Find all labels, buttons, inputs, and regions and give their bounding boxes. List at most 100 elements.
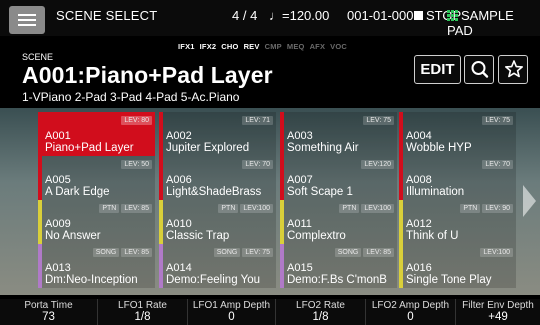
tile-name: Piano+Pad Layer (45, 142, 134, 154)
scene-tile-a012[interactable]: PTN LEV: 90 A012 Think of U (399, 200, 516, 244)
tile-name: Demo:Feeling You (166, 274, 260, 286)
tile-tags: LEV: 70 (242, 160, 273, 169)
knob-value: 0 (407, 311, 414, 323)
scene-tile-a013[interactable]: SONG LEV: 85 A013 Dm:Neo-Inception (38, 244, 155, 288)
knob-label: LFO2 Rate (296, 300, 345, 311)
level-badge: LEV: 75 (482, 116, 513, 125)
knob-value: 1/8 (312, 311, 329, 323)
scene-tile-a009[interactable]: PTN LEV: 85 A009 No Answer (38, 200, 155, 244)
tile-name: Complextro (287, 230, 346, 242)
scene-tile-a011[interactable]: PTN LEV:100 A011 Complextro (280, 200, 397, 244)
time-signature: 4 / 4 (232, 8, 258, 23)
level-badge: LEV: 80 (121, 116, 152, 125)
ptn-badge: PTN (99, 204, 120, 213)
knob-value: +49 (488, 311, 508, 323)
scene-label: SCENE (22, 52, 54, 62)
knob-filter-env-depth[interactable]: Filter Env Depth +49 (456, 299, 540, 325)
knob-lfo2-amp-depth[interactable]: LFO2 Amp Depth 0 (366, 299, 456, 325)
tile-name: Classic Trap (166, 230, 230, 242)
tile-number: A003 (287, 130, 313, 142)
level-badge: LEV:120 (361, 160, 394, 169)
tile-name: Light&ShadeBrass (166, 186, 262, 198)
tile-tags: PTN LEV:100 (339, 204, 394, 213)
tile-number: A005 (45, 174, 71, 186)
knob-lfo1-rate[interactable]: LFO1 Rate 1/8 (98, 299, 188, 325)
level-badge: LEV:100 (361, 204, 394, 213)
level-badge: LEV: 75 (363, 116, 394, 125)
level-badge: LEV: 50 (121, 160, 152, 169)
ptn-badge: PTN (218, 204, 239, 213)
tile-number: A011 (287, 218, 312, 230)
sample-pad-button[interactable]: SAMPLE PAD (447, 8, 540, 38)
menu-button[interactable] (9, 6, 45, 34)
status-bar: SCENE SELECT 4 / 4 ♩=120.00 001-01-000 S… (0, 0, 540, 38)
tile-number: A013 (45, 262, 71, 274)
stop-icon (414, 11, 423, 20)
scene-tile-a016[interactable]: LEV:100 A016 Single Tone Play (399, 244, 516, 288)
scene-tile-a006[interactable]: LEV: 70 A006 Light&ShadeBrass (159, 156, 276, 200)
knob-porta-time[interactable]: Porta Time 73 (0, 299, 98, 325)
tile-name: Demo:F.Bs C'monB (287, 274, 387, 286)
edit-button[interactable]: EDIT (414, 55, 461, 84)
next-page-arrow-icon[interactable] (523, 185, 536, 217)
song-badge: SONG (334, 248, 362, 257)
knob-parameter-bar: Porta Time 73 LFO1 Rate 1/8 LFO1 Amp Depth 0 L… (0, 299, 540, 325)
fx-indicator-cho: CHO (221, 42, 239, 51)
scene-tile-a007[interactable]: LEV:120 A007 Soft Scape 1 (280, 156, 397, 200)
tempo-display[interactable]: ♩=120.00 (269, 8, 329, 23)
tile-tags: LEV:100 (480, 248, 513, 257)
scene-tile-a001[interactable]: LEV: 80 A001 Piano+Pad Layer (38, 112, 155, 156)
scene-tile-a004[interactable]: LEV: 75 A004 Wobble HYP (399, 112, 516, 156)
tile-name: Something Air (287, 142, 359, 154)
tile-tags: LEV: 50 (121, 160, 152, 169)
hamburger-icon (18, 14, 36, 16)
tile-number: A010 (166, 218, 192, 230)
tile-number: A008 (406, 174, 432, 186)
tile-tags: PTN LEV:100 (218, 204, 273, 213)
tile-tags: SONG LEV: 85 (92, 248, 152, 257)
knob-label: Filter Env Depth (462, 300, 534, 311)
level-badge: LEV: 85 (363, 248, 394, 257)
scene-tile-a010[interactable]: PTN LEV:100 A010 Classic Trap (159, 200, 276, 244)
fx-indicator-rev: REV (243, 42, 260, 51)
tile-tags: LEV: 75 (363, 116, 394, 125)
tile-tags: SONG LEV: 75 (213, 248, 273, 257)
scene-tile-a008[interactable]: LEV: 70 A008 Illumination (399, 156, 516, 200)
scene-tile-a005[interactable]: LEV: 50 A005 A Dark Edge (38, 156, 155, 200)
tile-number: A004 (406, 130, 432, 142)
scene-tile-a014[interactable]: SONG LEV: 75 A014 Demo:Feeling You (159, 244, 276, 288)
level-badge: LEV:100 (480, 248, 513, 257)
level-badge: LEV: 85 (121, 204, 152, 213)
ptn-badge: PTN (460, 204, 481, 213)
knob-label: LFO1 Rate (118, 300, 167, 311)
scene-tile-a002[interactable]: LEV: 71 A002 Jupiter Explored (159, 112, 276, 156)
scene-tile-a003[interactable]: LEV: 75 A003 Something Air (280, 112, 397, 156)
fx-indicator-voc: VOC (330, 42, 348, 51)
tile-name: No Answer (45, 230, 101, 242)
scene-name: A001:Piano+Pad Layer (22, 62, 273, 88)
scene-parts: 1-VPiano 2-Pad 3-Pad 4-Pad 5-Ac.Piano (22, 90, 240, 104)
tile-tags: SONG LEV: 85 (334, 248, 394, 257)
tile-tags: LEV: 80 (121, 116, 152, 125)
scene-tile-a015[interactable]: SONG LEV: 85 A015 Demo:F.Bs C'monB (280, 244, 397, 288)
song-position: 001-01-000 (347, 8, 414, 23)
knob-lfo1-amp-depth[interactable]: LFO1 Amp Depth 0 (188, 299, 276, 325)
knob-lfo2-rate[interactable]: LFO2 Rate 1/8 (276, 299, 366, 325)
fx-indicator-cmp: CMP (264, 42, 282, 51)
fx-indicator-meq: MEQ (286, 42, 305, 51)
knob-value: 73 (42, 311, 55, 323)
knob-label: LFO2 Amp Depth (371, 300, 450, 311)
knob-value: 1/8 (134, 311, 151, 323)
tile-name: Illumination (406, 186, 465, 198)
tile-tags: PTN LEV: 85 (99, 204, 152, 213)
search-button[interactable] (464, 55, 494, 84)
fx-indicator-afx: AFX (309, 42, 326, 51)
favorite-button[interactable] (498, 55, 528, 84)
tile-name: Jupiter Explored (166, 142, 250, 154)
tile-number: A014 (166, 262, 192, 274)
fx-indicator-ifx1: IFX1 (178, 42, 195, 51)
tile-number: A007 (287, 174, 313, 186)
level-badge: LEV:100 (240, 204, 273, 213)
tile-tags: LEV:120 (361, 160, 394, 169)
level-badge: LEV: 71 (242, 116, 273, 125)
